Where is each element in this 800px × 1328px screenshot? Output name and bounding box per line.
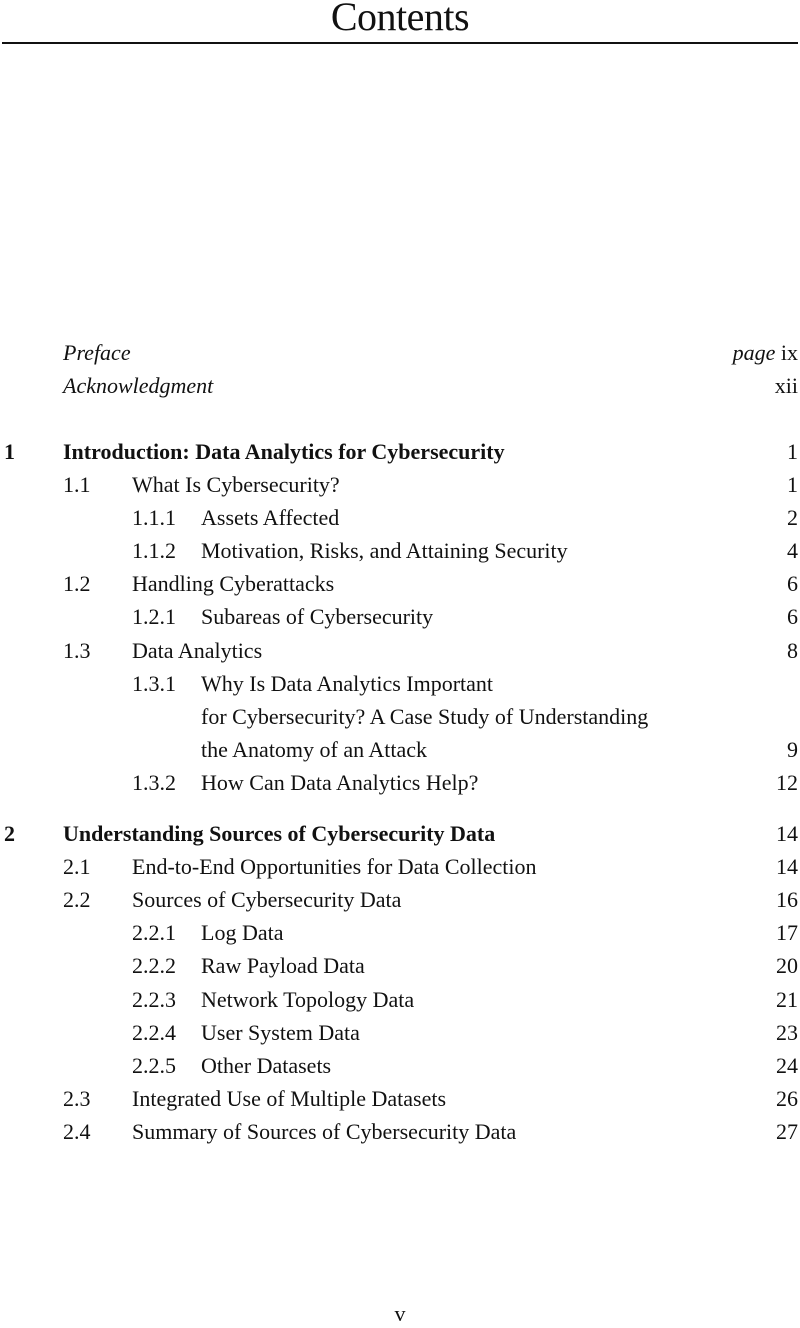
section-title: Handling Cyberattacks (132, 571, 335, 596)
chapter-title: Introduction: Data Analytics for Cyberse… (63, 439, 505, 464)
entry-page: 27 (776, 1119, 798, 1144)
entry-page: xii (774, 373, 798, 398)
title-rule (2, 42, 798, 44)
section-number: 1.3.2 (132, 770, 176, 795)
section-number: 1.1.2 (132, 538, 176, 563)
section-number: 2.2.4 (132, 1020, 176, 1045)
toc-section-1-3-1-continued[interactable]: for Cybersecurity? A Case Study of Under… (0, 700, 800, 733)
section-title: Other Datasets (201, 1053, 332, 1078)
section-title: Summary of Sources of Cybersecurity Data (132, 1119, 517, 1144)
toc-section-2-2[interactable]: 2.2 Sources of Cybersecurity Data 16 (0, 883, 800, 916)
chapter-title: Understanding Sources of Cybersecurity D… (63, 821, 496, 846)
toc-section-2-2-5[interactable]: 2.2.5 Other Datasets 24 (0, 1049, 800, 1082)
toc-section-1-3[interactable]: 1.3 Data Analytics 8 (0, 634, 800, 667)
toc-section-2-2-1[interactable]: 2.2.1 Log Data 17 (0, 916, 800, 949)
section-number: 2.2.2 (132, 953, 176, 978)
toc-entry-acknowledgment[interactable]: Acknowledgment xii (0, 369, 800, 402)
entry-page: 1 (787, 439, 798, 464)
section-number: 2.2 (63, 887, 91, 912)
section-title: Raw Payload Data (201, 953, 365, 978)
section-title: Assets Affected (201, 505, 340, 530)
entry-page: 6 (787, 604, 798, 629)
entry-page: 21 (776, 987, 798, 1012)
entry-page: 4 (787, 538, 798, 563)
section-title: Motivation, Risks, and Attaining Securit… (201, 538, 568, 563)
chapter-number: 1 (4, 439, 15, 464)
toc-section-2-2-3[interactable]: 2.2.3 Network Topology Data 21 (0, 983, 800, 1016)
entry-page: 17 (776, 920, 798, 945)
entry-page: 23 (776, 1020, 798, 1045)
toc-section-2-1[interactable]: 2.1 End-to-End Opportunities for Data Co… (0, 850, 800, 883)
page-number: ix (780, 340, 798, 365)
entry-page: 9 (787, 737, 798, 762)
section-title: Subareas of Cybersecurity (201, 604, 434, 629)
entry-page: 26 (776, 1086, 798, 1111)
section-number: 2.2.1 (132, 920, 176, 945)
section-title: Log Data (201, 920, 284, 945)
section-title: What Is Cybersecurity? (132, 472, 340, 497)
section-number: 1.3 (63, 638, 91, 663)
section-title-line-2: for Cybersecurity? A Case Study of Under… (201, 704, 649, 729)
toc-section-1-3-2[interactable]: 1.3.2 How Can Data Analytics Help? 12 (0, 766, 800, 799)
page-title: Contents (330, 0, 470, 39)
entry-page: page ix (733, 336, 798, 369)
toc-section-1-1-1[interactable]: 1.1.1 Assets Affected 2 (0, 501, 800, 534)
toc-section-2-3[interactable]: 2.3 Integrated Use of Multiple Datasets … (0, 1082, 800, 1115)
entry-title: Preface (63, 340, 131, 365)
section-title: Integrated Use of Multiple Datasets (132, 1086, 447, 1111)
toc-section-1-3-1[interactable]: 1.3.1 Why Is Data Analytics Important (0, 667, 800, 700)
entry-page: 8 (787, 638, 798, 663)
section-title: End-to-End Opportunities for Data Collec… (132, 854, 537, 879)
toc-section-1-2[interactable]: 1.2 Handling Cyberattacks 6 (0, 567, 800, 600)
entry-page: 1 (787, 472, 798, 497)
section-number: 1.3.1 (132, 671, 176, 696)
page-prefix: page (732, 340, 776, 365)
toc-section-1-2-1[interactable]: 1.2.1 Subareas of Cybersecurity 6 (0, 600, 800, 633)
entry-page: 2 (787, 505, 798, 530)
entry-page: 24 (776, 1053, 798, 1078)
section-number: 2.2.5 (132, 1053, 176, 1078)
chapter-number: 2 (4, 821, 15, 846)
section-number: 2.4 (63, 1119, 91, 1144)
entry-page: 14 (776, 854, 798, 879)
toc-section-1-3-1-continued[interactable]: the Anatomy of an Attack 9 (0, 733, 800, 766)
toc-section-1-1[interactable]: 1.1 What Is Cybersecurity? 1 (0, 468, 800, 501)
section-title: How Can Data Analytics Help? (201, 770, 479, 795)
section-number: 2.3 (63, 1086, 91, 1111)
entry-page: 6 (787, 571, 798, 596)
section-number: 1.2 (63, 571, 91, 596)
toc-section-2-4[interactable]: 2.4 Summary of Sources of Cybersecurity … (0, 1115, 800, 1148)
toc-chapter-1[interactable]: 1 Introduction: Data Analytics for Cyber… (0, 435, 800, 468)
section-number: 2.1 (63, 854, 91, 879)
section-title-line-3: the Anatomy of an Attack (201, 737, 428, 762)
toc-entry-preface[interactable]: Preface page ix (0, 336, 800, 369)
section-number: 1.2.1 (132, 604, 176, 629)
entry-page: 12 (776, 770, 798, 795)
section-number: 2.2.3 (132, 987, 176, 1012)
entry-page: 14 (776, 821, 798, 846)
section-title: Data Analytics (132, 638, 263, 663)
toc-chapter-2[interactable]: 2 Understanding Sources of Cybersecurity… (0, 817, 800, 850)
page-folio: v (394, 1301, 406, 1326)
toc-section-2-2-2[interactable]: 2.2.2 Raw Payload Data 20 (0, 949, 800, 982)
section-title-line-1: Why Is Data Analytics Important (201, 671, 494, 696)
section-title: Sources of Cybersecurity Data (132, 887, 402, 912)
section-number: 1.1 (63, 472, 91, 497)
entry-page: 20 (776, 953, 798, 978)
section-number: 1.1.1 (132, 505, 176, 530)
entry-title: Acknowledgment (63, 373, 214, 398)
section-title: Network Topology Data (201, 987, 415, 1012)
section-title: User System Data (201, 1020, 360, 1045)
toc-section-1-1-2[interactable]: 1.1.2 Motivation, Risks, and Attaining S… (0, 534, 800, 567)
entry-page: 16 (776, 887, 798, 912)
toc-section-2-2-4[interactable]: 2.2.4 User System Data 23 (0, 1016, 800, 1049)
